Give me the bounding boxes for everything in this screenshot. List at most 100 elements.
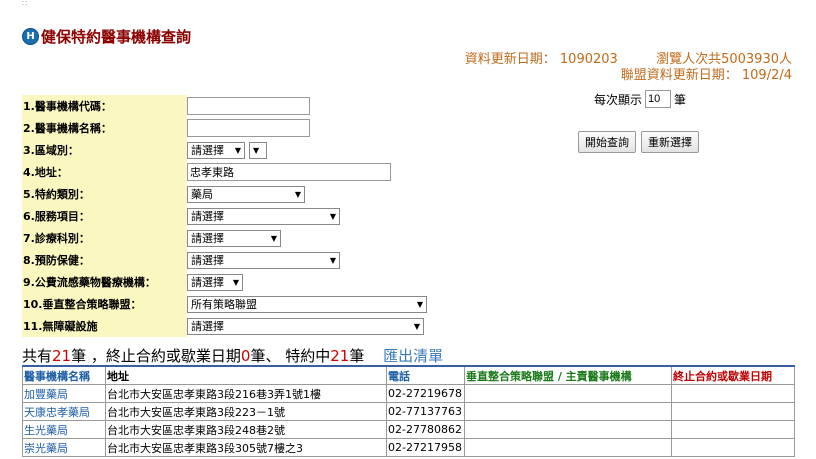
alliance-cell <box>464 438 672 457</box>
alliance-cell <box>464 420 672 439</box>
results-table: 醫事機構名稱 地址 電話 垂直整合策略聯盟 / 主責醫事機構 終止合約或歇業日期… <box>22 365 795 457</box>
address-cell: 台北市大安區忠孝東路3段216巷3弄1號1樓 <box>105 384 387 403</box>
per-page-control: 每次顯示 筆 <box>594 90 686 108</box>
chevron-down-icon: ▼ <box>270 233 277 243</box>
alliance-date: 109/2/4 <box>741 68 792 83</box>
summary-text: 筆、 特約中 <box>250 347 331 365</box>
termination-cell <box>671 384 795 403</box>
per-page-unit: 筆 <box>674 92 687 107</box>
chevron-down-icon: ▼ <box>294 189 301 199</box>
institution-name-link[interactable]: 崇光藥局 <box>22 438 106 457</box>
nhi-logo-icon: H <box>22 28 39 45</box>
termination-cell <box>671 420 795 439</box>
institution-code-input[interactable] <box>187 97 310 115</box>
alliance-select[interactable]: 所有策略聯盟 ▼ <box>187 295 427 313</box>
action-buttons: 開始查詢 重新選擇 <box>578 131 699 153</box>
institution-name-input[interactable] <box>187 119 310 137</box>
form-label: 6.服務項目： <box>22 205 187 227</box>
accessibility-select[interactable]: 請選擇 ▼ <box>187 317 424 335</box>
contract-type-select[interactable]: 藥局 ▼ <box>187 185 305 203</box>
phone-cell: 02-27219678 <box>386 384 465 403</box>
total-count: 21 <box>52 347 72 365</box>
address-cell: 台北市大安區忠孝東路3段305號7樓之3 <box>105 438 387 457</box>
summary-text: 共有 <box>22 347 53 365</box>
reset-button[interactable]: 重新選擇 <box>641 131 699 153</box>
table-row: 天康忠孝藥局 台北市大安區忠孝東路3段223－1號 02-77137763 <box>22 402 795 421</box>
alliance-update-line: 聯盟資料更新日期： 109/2/4 <box>621 64 792 83</box>
form-row-flu: 9.公費流感藥物醫療機構： 請選擇 ▼ <box>22 271 432 293</box>
institution-name-link[interactable]: 加豐藥局 <box>22 384 106 403</box>
table-row: 崇光藥局 台北市大安區忠孝東路3段305號7樓之3 02-27217958 <box>22 438 795 457</box>
chevron-down-icon: ▼ <box>329 211 336 221</box>
search-form: 1.醫事機構代碼： 2.醫事機構名稱： 3.區域別： 請選擇 ▼ ▼ 4.地址： … <box>22 95 432 337</box>
form-label: 2.醫事機構名稱： <box>22 117 187 139</box>
alliance-cell <box>464 384 672 403</box>
export-list-link[interactable]: 匯出清單 <box>383 347 443 365</box>
form-label: 3.區域別： <box>22 139 187 161</box>
department-select[interactable]: 請選擇 ▼ <box>187 229 281 247</box>
col-header-alliance: 垂直整合策略聯盟 / 主責醫事機構 <box>464 365 672 385</box>
form-label: 1.醫事機構代碼： <box>22 95 187 117</box>
address-cell: 台北市大安區忠孝東路3段248巷2號 <box>105 420 387 439</box>
chevron-down-icon: ▼ <box>232 277 239 287</box>
form-row-name: 2.醫事機構名稱： <box>22 117 432 139</box>
table-header-row: 醫事機構名稱 地址 電話 垂直整合策略聯盟 / 主責醫事機構 終止合約或歇業日期 <box>22 365 795 385</box>
form-row-preventive: 8.預防保健： 請選擇 ▼ <box>22 249 432 271</box>
chevron-down-icon: ▼ <box>234 145 241 155</box>
form-row-service: 6.服務項目： 請選擇 ▼ <box>22 205 432 227</box>
region-city-select[interactable]: 請選擇 ▼ <box>187 141 245 159</box>
corner-dots: ∷ <box>22 0 29 8</box>
form-label: 8.預防保健： <box>22 249 187 271</box>
per-page-label: 每次顯示 <box>594 92 643 107</box>
search-button[interactable]: 開始查詢 <box>578 131 636 153</box>
page-title-text: 健保特約醫事機構查詢 <box>41 28 192 46</box>
institution-name-link[interactable]: 天康忠孝藥局 <box>22 402 106 421</box>
table-row: 生光藥局 台北市大安區忠孝東路3段248巷2號 02-27780862 <box>22 420 795 439</box>
termination-cell <box>671 402 795 421</box>
data-date-label: 資料更新日期： <box>464 52 556 67</box>
col-header-phone: 電話 <box>386 365 465 385</box>
active-count: 21 <box>330 347 350 365</box>
form-row-contract-type: 5.特約類別： 藥局 ▼ <box>22 183 432 205</box>
form-label: 10.垂直整合策略聯盟： <box>22 293 187 315</box>
chevron-down-icon: ▼ <box>329 255 336 265</box>
col-header-termination: 終止合約或歇業日期 <box>671 365 795 385</box>
form-label: 7.診療科別： <box>22 227 187 249</box>
col-header-name[interactable]: 醫事機構名稱 <box>22 365 106 385</box>
phone-cell: 02-77137763 <box>386 402 465 421</box>
chevron-down-icon: ▼ <box>253 145 260 155</box>
form-label: 5.特約類別： <box>22 183 187 205</box>
col-header-address: 地址 <box>105 365 387 385</box>
phone-cell: 02-27780862 <box>386 420 465 439</box>
address-input[interactable] <box>187 163 391 181</box>
form-label: 9.公費流感藥物醫療機構： <box>22 271 187 293</box>
alliance-date-label: 聯盟資料更新日期： <box>620 68 738 83</box>
alliance-cell <box>464 402 672 421</box>
chevron-down-icon: ▼ <box>413 321 420 331</box>
chevron-down-icon: ▼ <box>416 299 423 309</box>
phone-cell: 02-27217958 <box>386 438 465 457</box>
form-row-department: 7.診療科別： 請選擇 ▼ <box>22 227 432 249</box>
form-label: 11.無障礙設施 <box>22 315 187 337</box>
termination-cell <box>671 438 795 457</box>
form-row-region: 3.區域別： 請選擇 ▼ ▼ <box>22 139 432 161</box>
summary-text: 筆 <box>349 347 365 365</box>
page-title: H 健保特約醫事機構查詢 <box>22 26 191 47</box>
address-cell: 台北市大安區忠孝東路3段223－1號 <box>105 402 387 421</box>
institution-name-link[interactable]: 生光藥局 <box>22 420 106 439</box>
form-row-alliance: 10.垂直整合策略聯盟： 所有策略聯盟 ▼ <box>22 293 432 315</box>
table-row: 加豐藥局 台北市大安區忠孝東路3段216巷3弄1號1樓 02-27219678 <box>22 384 795 403</box>
form-row-code: 1.醫事機構代碼： <box>22 95 432 117</box>
service-item-select[interactable]: 請選擇 ▼ <box>187 207 340 225</box>
region-district-select[interactable]: ▼ <box>249 141 267 159</box>
form-row-address: 4.地址： <box>22 161 432 183</box>
terminated-count: 0 <box>240 347 251 365</box>
form-row-accessibility: 11.無障礙設施 請選擇 ▼ <box>22 315 432 337</box>
preventive-care-select[interactable]: 請選擇 ▼ <box>187 251 340 269</box>
form-label: 4.地址： <box>22 161 187 183</box>
summary-text: 筆 ，終止合約或歇業日期 <box>71 347 241 365</box>
data-date: 1090203 <box>559 52 618 67</box>
result-summary: 共有21筆 ，終止合約或歇業日期0筆、 特約中21筆 匯出清單 <box>22 345 443 366</box>
flu-medicine-select[interactable]: 請選擇 ▼ <box>187 273 243 291</box>
per-page-input[interactable] <box>645 90 672 108</box>
